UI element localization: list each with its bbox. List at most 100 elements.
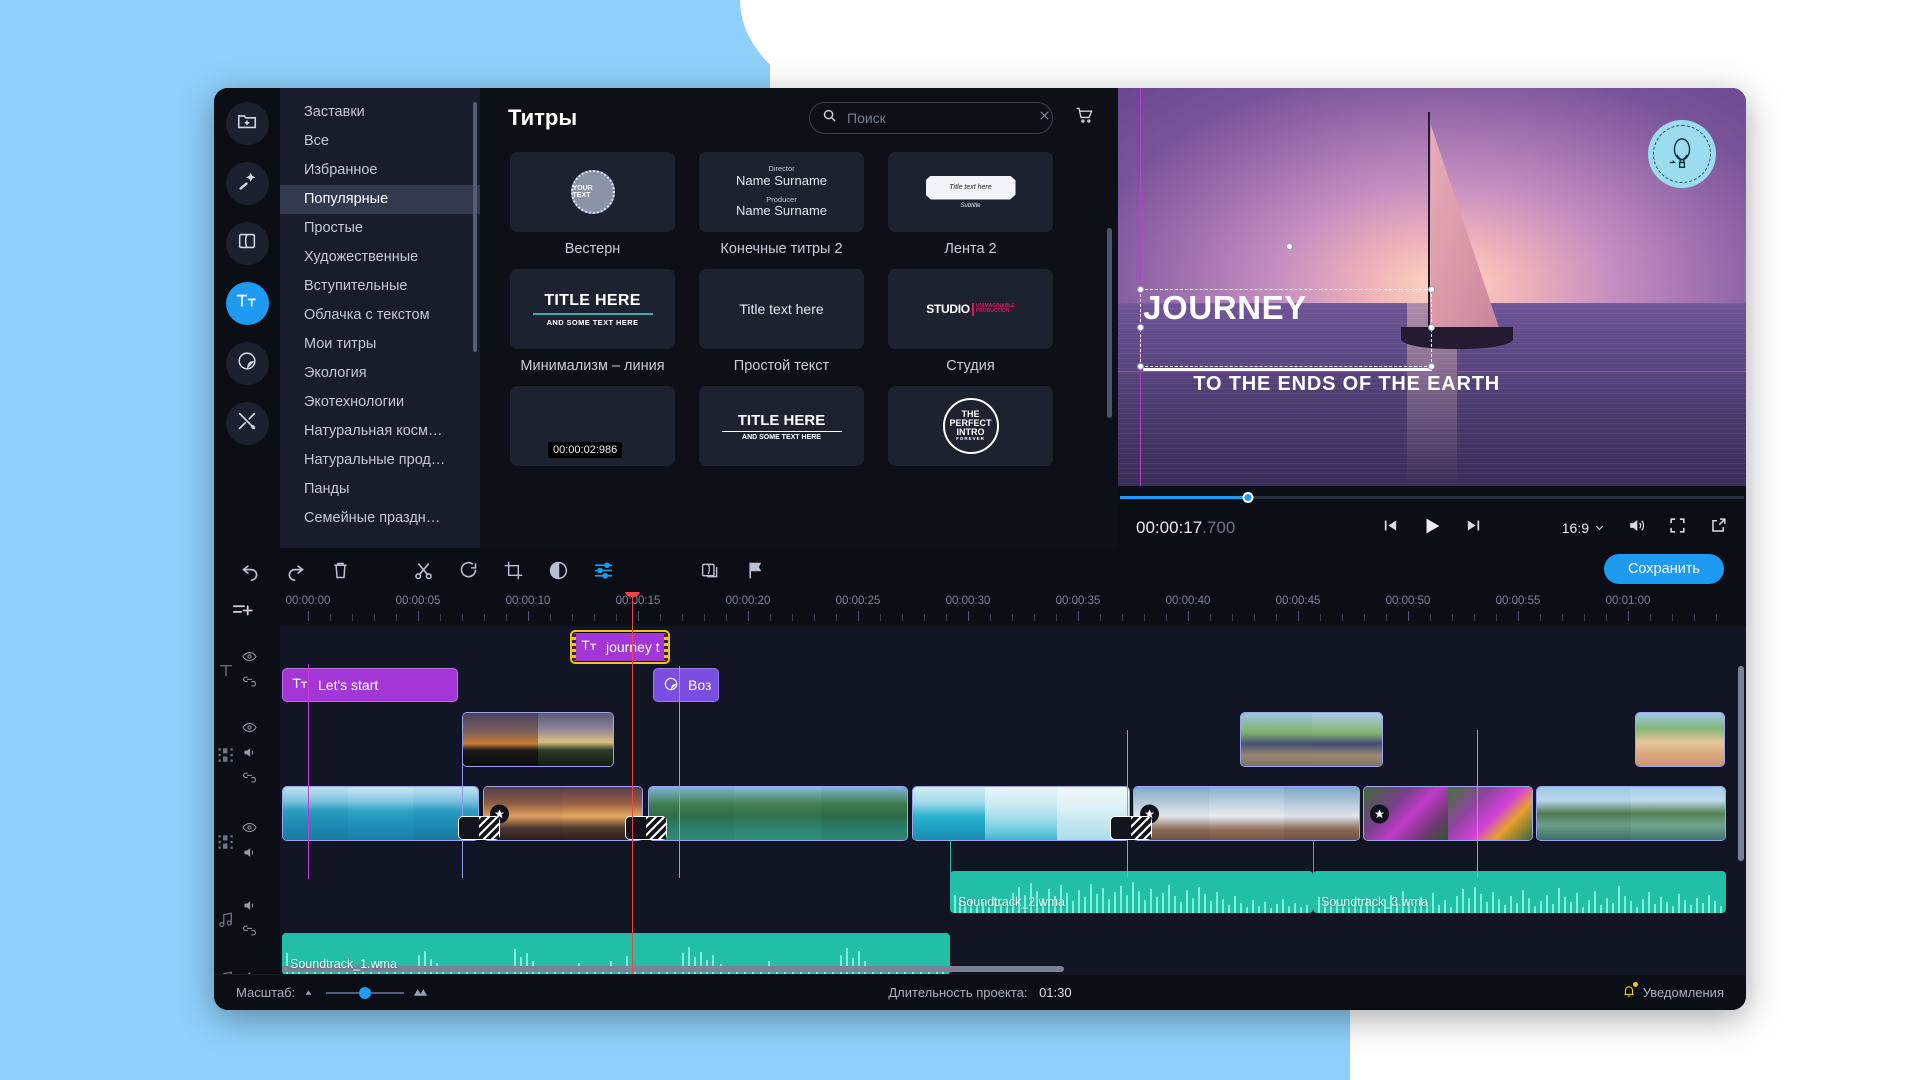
eye-icon[interactable] xyxy=(242,820,257,840)
timeline-clip-lake[interactable] xyxy=(1536,786,1726,841)
handle-bottom-right[interactable] xyxy=(1427,362,1435,370)
category-item-8[interactable]: Мои титры xyxy=(280,330,480,359)
transition-marker-3[interactable] xyxy=(1110,816,1152,840)
category-item-4[interactable]: Простые xyxy=(280,214,480,243)
category-item-6[interactable]: Вступительные xyxy=(280,272,480,301)
title-thumbnail[interactable]: 00:00:02:986 xyxy=(510,386,675,466)
category-item-14[interactable]: Семейные праздн… xyxy=(280,504,480,533)
volume-icon[interactable] xyxy=(1627,516,1646,540)
add-track-icon[interactable] xyxy=(232,600,256,625)
title-thumbnail[interactable]: Title text here xyxy=(699,269,864,349)
link-icon[interactable] xyxy=(242,674,257,694)
play-icon[interactable] xyxy=(1421,515,1443,542)
eye-icon[interactable] xyxy=(242,720,257,740)
title-thumbnail[interactable]: TITLE HERE AND SOME TEXT HERE xyxy=(510,269,675,349)
fullscreen-icon[interactable] xyxy=(1668,516,1687,540)
eye-icon[interactable] xyxy=(242,649,257,669)
timeline-horizontal-scrollbar[interactable] xyxy=(282,966,1064,972)
title-thumbnail[interactable]: Director Name Surname Producer Name Surn… xyxy=(699,152,864,232)
timeline-ruler[interactable]: 00:00:00 00:00:05 00:00:10 00:00:15 00:0… xyxy=(280,592,1746,626)
handle-top-right[interactable] xyxy=(1427,285,1435,293)
detach-icon[interactable] xyxy=(1709,516,1728,540)
handle-bottom-left[interactable] xyxy=(1136,362,1144,370)
category-item-0[interactable]: Заставки xyxy=(280,98,480,127)
title-tile-intro[interactable]: THE PERFECT INTRO FOREVER xyxy=(888,386,1053,466)
rail-item-import-media[interactable] xyxy=(225,102,269,145)
title-tile-blank[interactable]: 00:00:02:986 xyxy=(510,386,675,466)
close-icon[interactable] xyxy=(1038,109,1051,127)
timeline-clip-sunset-boat[interactable] xyxy=(483,786,643,841)
timeline-vertical-scrollbar[interactable] xyxy=(1738,666,1744,861)
prev-frame-icon[interactable] xyxy=(1382,517,1399,539)
category-item-9[interactable]: Экология xyxy=(280,359,480,388)
timeline-tracks-area[interactable]: 00:00:00 00:00:05 00:00:10 00:00:15 00:0… xyxy=(280,592,1746,974)
title-tile-credits[interactable]: Director Name Surname Producer Name Surn… xyxy=(699,152,864,257)
title-selection-box[interactable] xyxy=(1136,242,1435,370)
notifications[interactable]: Уведомления xyxy=(1622,981,1724,1002)
title-tile-title2[interactable]: TITLE HERE AND SOME TEXT HERE xyxy=(699,386,864,466)
title-tile-minimal[interactable]: TITLE HERE AND SOME TEXT HERE Минимализм… xyxy=(510,269,675,374)
volume-icon[interactable] xyxy=(242,845,257,865)
rail-item-stickers[interactable] xyxy=(225,342,269,385)
marker-button[interactable] xyxy=(733,548,778,592)
category-item-12[interactable]: Натуральные прод… xyxy=(280,446,480,475)
title-thumbnail[interactable]: Title text here Subtitle xyxy=(888,152,1053,232)
rotate-button[interactable] xyxy=(446,548,491,592)
redo-button[interactable] xyxy=(273,548,318,592)
category-item-5[interactable]: Художественные xyxy=(280,243,480,272)
title-tile-ribbon[interactable]: Title text here Subtitle Лента 2 xyxy=(888,152,1053,257)
color-adjust-button[interactable] xyxy=(536,548,581,592)
timeline-clip-audio-soundtrack3[interactable]: Soundtrack_3.wma xyxy=(1313,871,1726,913)
timeline-clip-title-selected[interactable]: journey t xyxy=(570,630,670,664)
zoom-out-icon[interactable] xyxy=(304,985,317,1000)
balloon-sticker[interactable] xyxy=(1648,120,1716,188)
zoom-slider-handle[interactable] xyxy=(359,986,372,999)
rail-item-tools[interactable] xyxy=(225,402,269,445)
preview-subtitle-text[interactable]: TO THE ENDS OF THE EARTH xyxy=(1193,373,1500,396)
playhead[interactable] xyxy=(625,592,640,974)
title-tile-simple[interactable]: Title text here Простой текст xyxy=(699,269,864,374)
timeline-clip-kayak[interactable] xyxy=(648,786,908,841)
preview-stage[interactable]: JOURNEY TO THE ENDS OF THE EARTH xyxy=(1118,88,1746,486)
timeline-clip-overlay-portrait[interactable] xyxy=(1635,712,1725,767)
category-item-2[interactable]: Избранное xyxy=(280,156,480,185)
save-button[interactable]: Сохранить xyxy=(1603,554,1724,584)
rail-item-filters[interactable] xyxy=(225,162,269,205)
category-item-13[interactable]: Панды xyxy=(280,475,480,504)
handle-top-left[interactable] xyxy=(1136,285,1144,293)
title-thumbnail[interactable]: TITLE HERE AND SOME TEXT HERE xyxy=(699,386,864,466)
category-item-11[interactable]: Натуральная косм… xyxy=(280,417,480,446)
title-tile-western[interactable]: YOUR TEXT Вестерн xyxy=(510,152,675,257)
title-thumbnail[interactable]: THE PERFECT INTRO FOREVER xyxy=(888,386,1053,466)
category-item-10[interactable]: Экотехнологии xyxy=(280,388,480,417)
link-icon[interactable] xyxy=(242,923,257,943)
split-button[interactable] xyxy=(401,548,446,592)
link-icon[interactable] xyxy=(242,770,257,790)
timeline-clip-overlay-hikers[interactable] xyxy=(1240,712,1383,767)
timeline-clip-sea-1[interactable] xyxy=(282,786,479,841)
browser-scrollbar[interactable] xyxy=(1107,228,1112,418)
rail-item-transitions[interactable] xyxy=(225,222,269,265)
seek-bar[interactable] xyxy=(1120,492,1744,503)
timeline-clip-surf[interactable] xyxy=(912,786,1130,841)
undo-button[interactable] xyxy=(228,548,273,592)
category-item-3[interactable]: Популярные xyxy=(280,185,480,214)
timeline-clip-clouds[interactable] xyxy=(1133,786,1360,841)
rail-item-titles[interactable] xyxy=(225,282,269,325)
volume-icon[interactable] xyxy=(242,898,257,918)
timeline-clip-flowers[interactable] xyxy=(1363,786,1533,841)
seek-handle[interactable] xyxy=(1242,492,1254,503)
next-frame-icon[interactable] xyxy=(1465,517,1482,539)
timeline-clip-overlay-sunset[interactable] xyxy=(462,712,614,767)
cart-icon[interactable] xyxy=(1075,106,1094,130)
category-item-7[interactable]: Облачка с текстом xyxy=(280,301,480,330)
delete-button[interactable] xyxy=(318,548,363,592)
overlay-button[interactable] xyxy=(688,548,733,592)
transition-marker-1[interactable] xyxy=(458,816,500,840)
volume-icon[interactable] xyxy=(242,745,257,765)
zoom-in-icon[interactable] xyxy=(413,985,428,1000)
search-input[interactable] xyxy=(847,110,1028,126)
title-thumbnail[interactable]: STUDIO UNIMAGINABLE PRODUCTION xyxy=(888,269,1053,349)
category-scrollbar[interactable] xyxy=(473,102,477,352)
handle-rotate[interactable] xyxy=(1285,242,1293,250)
